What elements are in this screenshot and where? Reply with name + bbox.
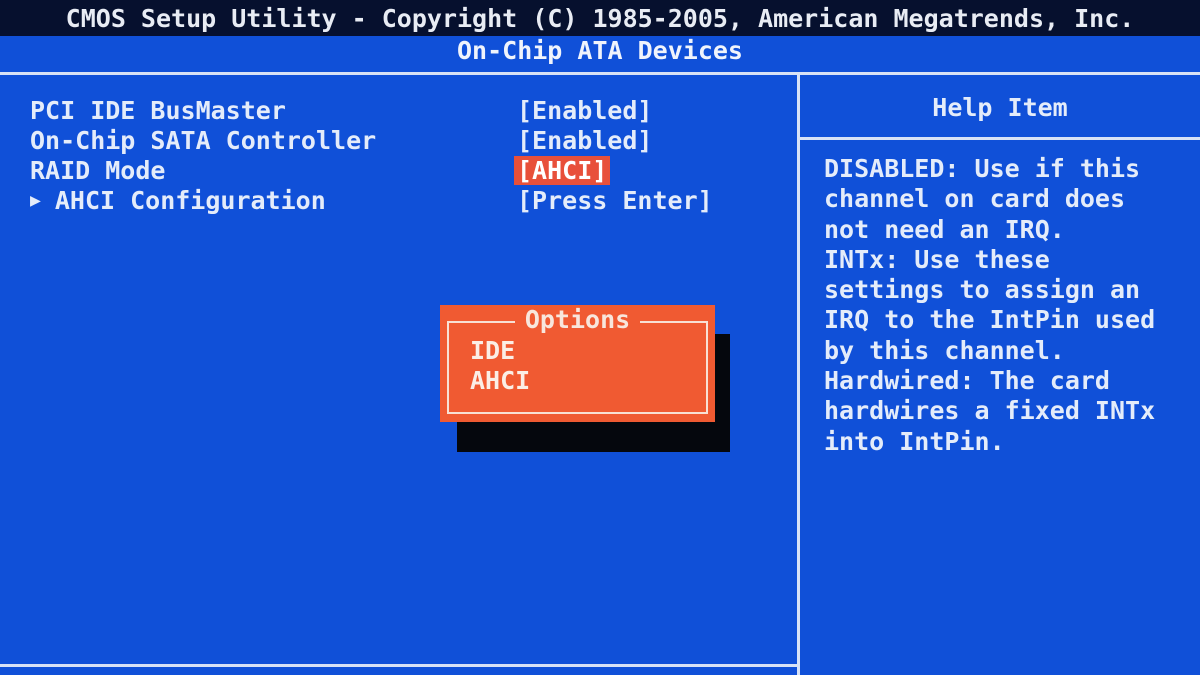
setting-pci-ide-busmaster[interactable]: PCI IDE BusMaster [Enabled] [0,96,790,126]
options-popup: Options IDE AHCI [440,305,715,422]
help-title: Help Item [932,93,1068,122]
page-title: On-Chip ATA Devices [457,36,743,65]
help-line: not need an IRQ. [824,214,1065,244]
submenu-label: ▶ AHCI Configuration [30,186,326,215]
setting-label: PCI IDE BusMaster [30,96,286,125]
setting-value-selected[interactable]: [AHCI] [514,156,611,185]
setting-ahci-configuration[interactable]: ▶ AHCI Configuration [Press Enter] [0,186,790,216]
setting-raid-mode[interactable]: RAID Mode [AHCI] [0,156,790,186]
option-ahci[interactable]: AHCI [470,366,530,395]
help-line: INTx: Use these [824,244,1050,274]
setting-label-text: AHCI Configuration [54,186,326,215]
help-line: into IntPin. [824,426,1005,456]
bottom-border [0,664,797,667]
setting-value[interactable]: [Press Enter] [517,186,713,215]
help-text: DISABLED: Use if this channel on card do… [824,154,1184,457]
popup-title-text: Options [514,305,641,334]
setting-value[interactable]: [Enabled] [517,126,652,155]
help-line: IRQ to the IntPin used [824,305,1156,335]
submenu-arrow-icon: ▶ [30,190,41,211]
app-title: CMOS Setup Utility - Copyright (C) 1985-… [65,4,1135,33]
panel-divider [797,75,800,675]
setting-label: On-Chip SATA Controller [30,126,377,155]
help-line: hardwires a fixed INTx [824,396,1156,426]
help-line: settings to assign an [824,275,1141,305]
help-line: channel on card does [824,184,1126,214]
help-line: Hardwired: The card [824,366,1110,396]
option-ide[interactable]: IDE [470,336,515,365]
setting-value[interactable]: [Enabled] [517,96,652,125]
help-line: DISABLED: Use if this [824,154,1141,183]
help-line: by this channel. [824,335,1065,365]
help-header-divider [800,137,1200,140]
setting-label: RAID Mode [30,156,166,185]
popup-title: Options [440,305,715,334]
setting-onchip-sata-controller[interactable]: On-Chip SATA Controller [Enabled] [0,126,790,156]
